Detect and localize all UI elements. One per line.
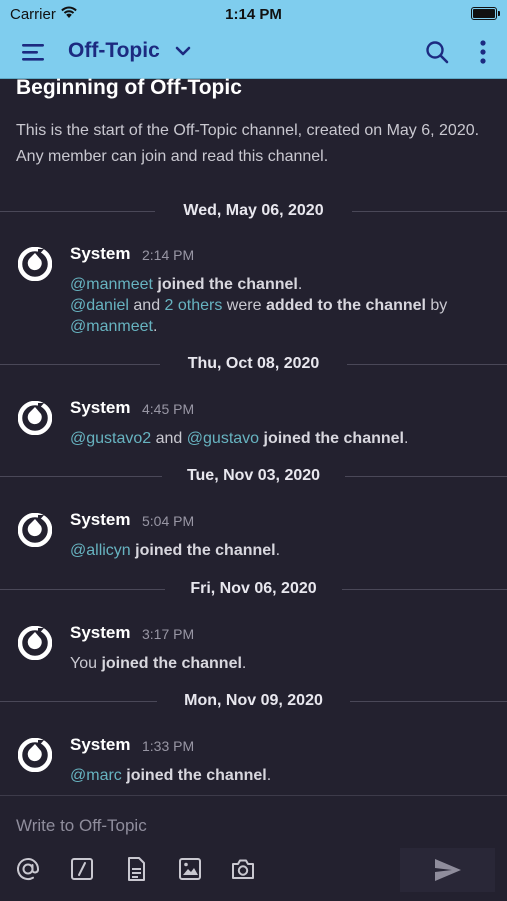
user-mention[interactable]: @daniel <box>70 297 129 314</box>
channel-intro-text: This is the start of the Off-Topic chann… <box>16 122 480 165</box>
date-separator: Fri, Nov 06, 2020 <box>0 578 507 602</box>
mattermost-logo-icon <box>17 400 53 436</box>
user-mention[interactable]: @gustavo <box>187 430 259 447</box>
more-vertical-icon[interactable] <box>478 40 488 69</box>
hamburger-menu-icon[interactable] <box>22 42 46 62</box>
mattermost-logo-icon <box>17 625 53 661</box>
post-time: 4:45 PM <box>142 401 195 417</box>
send-button[interactable] <box>400 848 495 892</box>
channel-intro-title: Beginning of Off-Topic <box>16 78 242 99</box>
post-author[interactable]: System <box>70 735 130 755</box>
search-icon[interactable] <box>425 40 449 69</box>
user-mention[interactable]: @allicyn <box>70 542 131 559</box>
date-separator: Wed, May 06, 2020 <box>0 200 507 224</box>
message-input[interactable]: Write to Off-Topic <box>16 816 147 836</box>
post-time: 3:17 PM <box>142 626 195 642</box>
others-link[interactable]: 2 others <box>165 297 223 314</box>
clock: 1:14 PM <box>225 6 282 23</box>
at-mention-icon[interactable] <box>15 856 41 882</box>
chevron-down-icon[interactable] <box>175 44 191 62</box>
file-icon[interactable] <box>123 856 149 882</box>
slash-command-icon[interactable] <box>69 856 95 882</box>
camera-icon[interactable] <box>230 856 256 882</box>
send-icon <box>435 859 461 881</box>
user-mention[interactable]: @marc <box>70 767 122 784</box>
post-author[interactable]: System <box>70 244 130 264</box>
status-bar: Carrier 1:14 PM <box>0 0 507 27</box>
post-author[interactable]: System <box>70 510 130 530</box>
channel-header: Off-Topic <box>0 27 507 79</box>
date-separator: Tue, Nov 03, 2020 <box>0 465 507 489</box>
post-body: You joined the channel. <box>70 655 247 672</box>
date-separator: Thu, Oct 08, 2020 <box>0 353 507 377</box>
post-author[interactable]: System <box>70 623 130 643</box>
user-mention[interactable]: @manmeet <box>70 318 153 335</box>
post-body: @marc joined the channel. <box>70 767 272 784</box>
message-list[interactable]: Beginning of Off-Topic This is the start… <box>0 78 507 795</box>
mattermost-logo-icon <box>17 512 53 548</box>
date-separator: Mon, Nov 09, 2020 <box>0 690 507 714</box>
mattermost-logo-icon <box>17 737 53 773</box>
user-mention[interactable]: @manmeet <box>70 276 153 293</box>
post-body: @manmeet joined the channel. @daniel and… <box>70 276 448 335</box>
mattermost-logo-icon <box>17 246 53 282</box>
post-body: @gustavo2 and @gustavo joined the channe… <box>70 430 409 447</box>
post-author[interactable]: System <box>70 398 130 418</box>
battery-icon <box>471 7 500 20</box>
message-composer: Write to Off-Topic <box>0 795 507 901</box>
channel-title[interactable]: Off-Topic <box>68 39 160 63</box>
image-icon[interactable] <box>177 856 203 882</box>
post-body: @allicyn joined the channel. <box>70 542 281 559</box>
post-time: 2:14 PM <box>142 247 195 263</box>
user-mention[interactable]: @gustavo2 <box>70 430 151 447</box>
post-time: 5:04 PM <box>142 513 195 529</box>
post-time: 1:33 PM <box>142 738 195 754</box>
